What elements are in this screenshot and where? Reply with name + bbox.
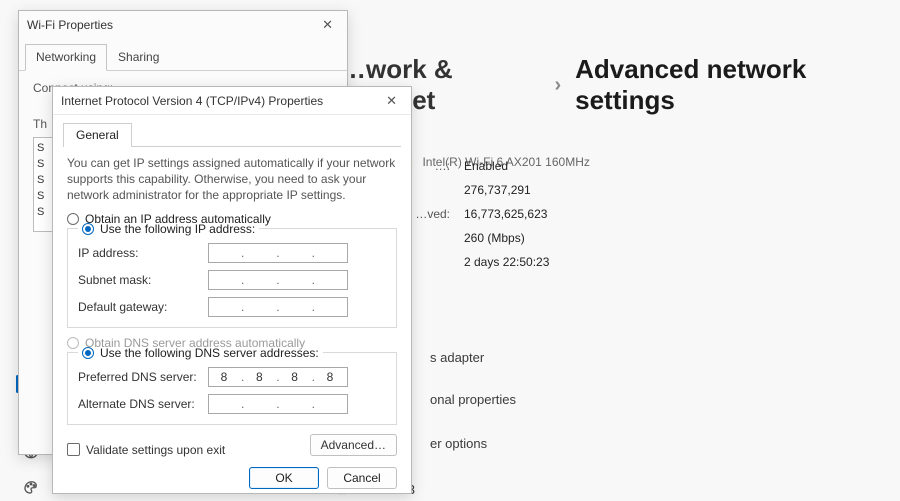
radio-icon: [82, 223, 94, 235]
subnet-mask-label: Subnet mask:: [78, 273, 208, 287]
tcpip-properties-dialog: Internet Protocol Version 4 (TCP/IPv4) P…: [52, 86, 412, 494]
subnet-mask-input[interactable]: ...: [208, 270, 348, 290]
wifi-titlebar[interactable]: Wi-Fi Properties ✕: [19, 11, 347, 39]
intro-text: You can get IP settings assigned automat…: [67, 155, 397, 204]
default-gateway-label: Default gateway:: [78, 300, 208, 314]
list-item[interactable]: S: [37, 206, 51, 218]
ip-address-label: IP address:: [78, 246, 208, 260]
tab-networking[interactable]: Networking: [25, 44, 107, 71]
list-item[interactable]: S: [37, 158, 51, 170]
window-title: Wi-Fi Properties: [27, 18, 316, 32]
page-title: Advanced network settings: [575, 54, 890, 116]
alternate-dns-input[interactable]: ...: [208, 394, 348, 414]
radio-icon: [67, 213, 79, 225]
settings-entry[interactable]: s adapter: [430, 350, 484, 365]
radio-ip-manual[interactable]: Use the following IP address:: [78, 222, 259, 236]
wifi-tabs: Networking Sharing: [19, 43, 347, 71]
list-item[interactable]: S: [37, 142, 51, 154]
radio-icon: [67, 337, 79, 349]
tcpip-titlebar[interactable]: Internet Protocol Version 4 (TCP/IPv4) P…: [53, 87, 411, 115]
list-item[interactable]: S: [37, 174, 51, 186]
tab-general[interactable]: General: [63, 123, 132, 147]
checkbox-icon: [67, 443, 80, 456]
chevron-right-icon: ›: [554, 74, 561, 97]
cancel-button[interactable]: Cancel: [327, 467, 397, 489]
preferred-dns-label: Preferred DNS server:: [78, 370, 208, 384]
validate-checkbox-row[interactable]: Validate settings upon exit: [67, 443, 225, 457]
advanced-button[interactable]: Advanced…: [310, 434, 397, 456]
alternate-dns-label: Alternate DNS server:: [78, 397, 208, 411]
settings-entry[interactable]: onal properties: [430, 392, 516, 407]
ip-address-input[interactable]: ...: [208, 243, 348, 263]
default-gateway-input[interactable]: ...: [208, 297, 348, 317]
manual-dns-group: Use the following DNS server addresses: …: [67, 352, 397, 425]
paint-icon[interactable]: [22, 478, 40, 496]
radio-icon: [82, 347, 94, 359]
close-icon[interactable]: ✕: [380, 91, 403, 111]
settings-breadcrumb: …work & internet › Advanced network sett…: [340, 54, 890, 116]
preferred-dns-input[interactable]: 8.8.8.8: [208, 367, 348, 387]
window-title: Internet Protocol Version 4 (TCP/IPv4) P…: [61, 94, 380, 108]
tab-sharing[interactable]: Sharing: [107, 44, 170, 71]
list-item[interactable]: S: [37, 190, 51, 202]
settings-entry[interactable]: er options: [430, 436, 487, 451]
validate-label: Validate settings upon exit: [86, 443, 225, 457]
ok-button[interactable]: OK: [249, 467, 319, 489]
manual-ip-group: Use the following IP address: IP address…: [67, 228, 397, 328]
radio-dns-manual[interactable]: Use the following DNS server addresses:: [78, 346, 323, 360]
close-icon[interactable]: ✕: [316, 15, 339, 35]
